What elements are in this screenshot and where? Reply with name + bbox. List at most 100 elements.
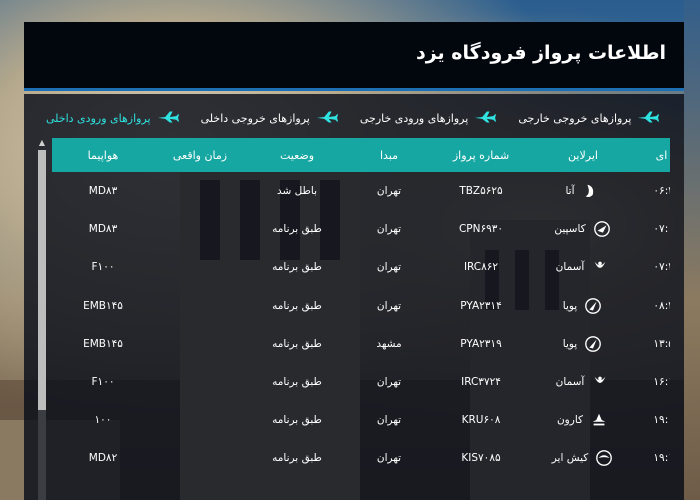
aircraft: MD۸۲ (88, 452, 118, 465)
col-scheduled-time: زمان برنامه ای (634, 138, 670, 172)
chevron-up-icon[interactable]: ▲ (36, 138, 48, 148)
actual-time (154, 248, 246, 286)
scroll-track[interactable] (38, 150, 46, 500)
flight-number: IRC۳۷۲۴ (461, 376, 501, 389)
table-row: چهار شنبه ۰۷:۰۰ کاسپین CPN۶۹۳۰ تهران طبق… (52, 210, 670, 248)
airline-logo-icon (590, 257, 610, 277)
origin: تهران (376, 185, 402, 198)
airline-logo-icon (583, 334, 603, 354)
table-row: چهار شنبه ۱۹:۱۵ کیش ایر KIS۷۰۸۵ تهران طب… (52, 439, 670, 477)
scheduled-time: چهار شنبه ۱۹:۰۵ (653, 414, 670, 427)
flight-info-panel: پروازهای ورودی داخلی پروازهای خروجی داخل… (24, 94, 684, 500)
table-row: چهار شنبه ۰۶:۲۵ آتا TBZ۵۶۲۵ تهران باطل ش… (52, 172, 670, 210)
col-status: وضعیت (246, 138, 348, 172)
scheduled-time: چهار شنبه ۰۷:۲۰ (653, 261, 670, 274)
airline-name: کیش ایر (551, 452, 589, 465)
col-airline: ایرلاین (532, 138, 634, 172)
origin: تهران (376, 452, 402, 465)
aircraft: EMB۱۴۵ (83, 337, 123, 350)
table-row: چهار شنبه ۱۳:۵۵ پویا PYA۲۳۱۹ مشهد طبق بر… (52, 325, 670, 363)
actual-time (154, 401, 246, 439)
actual-time (154, 325, 246, 363)
airline-name: کاسپین (554, 223, 586, 236)
airline-logo-icon (589, 410, 609, 430)
origin: تهران (376, 299, 402, 312)
status: طبق برنامه (272, 452, 322, 465)
airline-name: کارون (556, 414, 584, 427)
table-scrollbar[interactable]: ▲ (36, 138, 48, 500)
flight-tabs: پروازهای ورودی داخلی پروازهای خروجی داخل… (24, 106, 684, 130)
airline-logo-icon (592, 219, 612, 239)
airline-name: آتا (565, 185, 575, 198)
aircraft: F۱۰۰ (91, 376, 115, 389)
tab-label: پروازهای خروجی خارجی (518, 111, 632, 125)
airline-logo-icon (581, 181, 601, 201)
scheduled-time: چهار شنبه ۰۶:۲۵ (653, 185, 670, 198)
origin: تهران (376, 414, 402, 427)
flight-number: TBZ۵۶۲۵ (459, 185, 503, 198)
origin: تهران (376, 261, 402, 274)
scheduled-time: چهار شنبه ۱۹:۱۵ (653, 452, 670, 465)
status: طبق برنامه (272, 261, 322, 274)
scheduled-time: چهار شنبه ۰۷:۰۰ (653, 223, 670, 236)
tab-international-departures[interactable]: پروازهای خروجی خارجی (518, 110, 660, 127)
airplane-icon (474, 110, 497, 127)
page-header: اطلاعات پرواز فرودگاه یزد (24, 22, 684, 91)
col-flight-number: شماره پرواز (430, 138, 532, 172)
aircraft: EMB۱۴۵ (83, 299, 123, 312)
status: طبق برنامه (272, 414, 322, 427)
table-row: چهار شنبه ۱۶:۱۰ آسمان IRC۳۷۲۴ تهران طبق … (52, 363, 670, 401)
airline-name: پویا (562, 337, 578, 350)
airline-logo-icon (583, 296, 603, 316)
page-title: اطلاعات پرواز فرودگاه یزد (415, 42, 666, 64)
flight-number: KRU۶۰۸ (461, 414, 501, 427)
table-row: چهار شنبه ۱۹:۰۵ کارون KRU۶۰۸ تهران طبق ب… (52, 401, 670, 439)
actual-time (154, 363, 246, 401)
flight-number: IRC۸۶۲ (463, 261, 499, 274)
scheduled-time: چهار شنبه ۱۳:۵۵ (653, 337, 670, 350)
col-actual-time: زمان واقعی (154, 138, 246, 172)
flights-table-container: زمان برنامه ای ایرلاین شماره پرواز مبدا … (52, 138, 670, 500)
airline-name: آسمان (555, 261, 585, 274)
scroll-thumb[interactable] (38, 150, 46, 410)
col-origin: مبدا (348, 138, 430, 172)
origin: مشهد (376, 337, 402, 350)
flight-number: CPN۶۹۳۰ (458, 223, 504, 236)
status: باطل شد (276, 185, 318, 198)
status: طبق برنامه (272, 223, 322, 236)
airplane-icon (316, 110, 338, 127)
tab-domestic-arrivals[interactable]: پروازهای ورودی داخلی (46, 110, 179, 127)
airline-name: آسمان (555, 376, 585, 389)
tab-label: پروازهای ورودی خارجی (359, 111, 469, 125)
aircraft: MD۸۳ (88, 223, 118, 236)
flight-number: PYA۲۳۱۹ (460, 337, 502, 350)
tab-label: پروازهای ورودی داخلی (46, 111, 151, 125)
tab-international-arrivals[interactable]: پروازهای ورودی خارجی (359, 110, 497, 127)
airplane-icon (157, 110, 179, 127)
airplane-icon (637, 110, 660, 127)
scheduled-time: چهار شنبه ۰۸:۴۰ (653, 299, 670, 312)
aircraft: MD۸۳ (88, 185, 118, 198)
actual-time (154, 172, 246, 210)
flight-number: KIS۷۰۸۵ (461, 452, 501, 465)
flights-table: زمان برنامه ای ایرلاین شماره پرواز مبدا … (52, 138, 670, 478)
status: طبق برنامه (272, 337, 322, 350)
aircraft: F۱۰۰ (91, 261, 115, 274)
col-aircraft: هواپیما (52, 138, 154, 172)
actual-time (154, 210, 246, 248)
aircraft: ۱۰۰ (94, 414, 112, 427)
airline-logo-icon (590, 372, 610, 392)
origin: تهران (376, 223, 402, 236)
tab-domestic-departures[interactable]: پروازهای خروجی داخلی (201, 110, 338, 127)
table-header-row: زمان برنامه ای ایرلاین شماره پرواز مبدا … (52, 138, 670, 172)
airline-name: پویا (562, 299, 578, 312)
status: طبق برنامه (272, 376, 322, 389)
origin: تهران (376, 376, 402, 389)
actual-time (154, 287, 246, 325)
table-row: چهار شنبه ۰۸:۴۰ پویا PYA۲۳۱۴ تهران طبق ب… (52, 287, 670, 325)
scheduled-time: چهار شنبه ۱۶:۱۰ (653, 376, 670, 389)
flight-number: PYA۲۳۱۴ (460, 299, 502, 312)
page-edge (684, 0, 700, 500)
actual-time (154, 439, 246, 477)
tab-label: پروازهای خروجی داخلی (200, 111, 310, 125)
